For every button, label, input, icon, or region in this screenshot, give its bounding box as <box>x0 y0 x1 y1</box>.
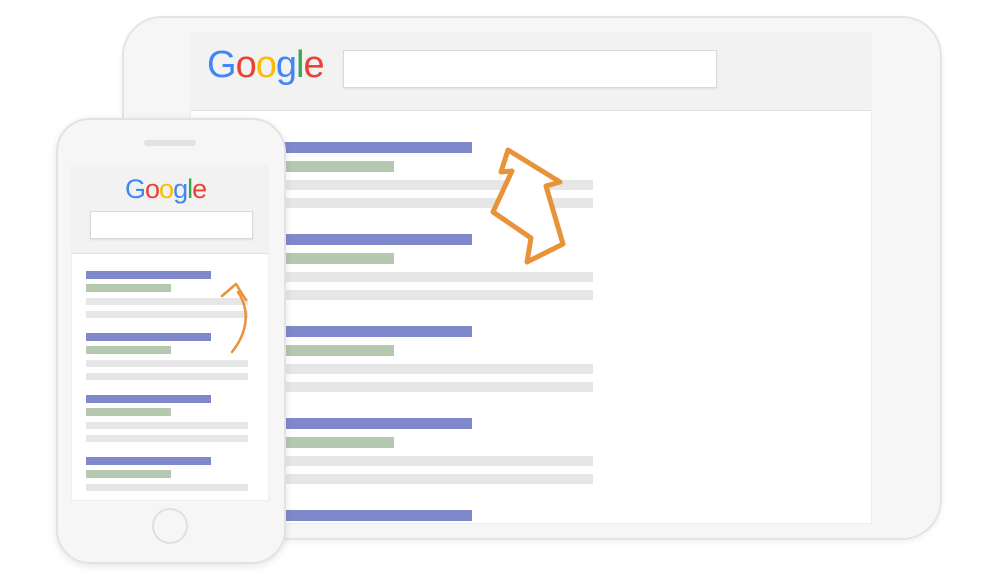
up-arrow-icon <box>490 147 566 265</box>
curved-up-arrow-icon <box>230 290 247 354</box>
arrows-layer <box>220 147 566 354</box>
